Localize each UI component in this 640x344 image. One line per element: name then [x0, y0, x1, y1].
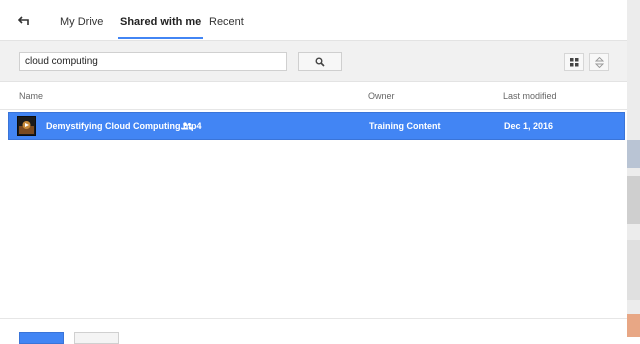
file-list-header: Name Owner Last modified [0, 82, 627, 110]
tab-shared-with-me[interactable]: Shared with me [118, 0, 204, 40]
column-header-last-modified[interactable]: Last modified [503, 82, 557, 110]
tab-recent[interactable]: Recent [207, 0, 246, 40]
search-icon [315, 57, 325, 67]
file-picker-dialog: My Drive Shared with me Recent cloud com… [0, 0, 627, 344]
back-button[interactable] [14, 11, 34, 31]
back-arrow-icon [18, 16, 29, 25]
search-button[interactable] [298, 52, 342, 71]
file-row[interactable]: Demystifying Cloud Computing.mp4 Trainin… [8, 112, 625, 140]
file-last-modified: Dec 1, 2016 [504, 121, 554, 131]
file-owner: Training Content [369, 121, 441, 131]
cancel-button[interactable] [74, 332, 119, 344]
column-header-name[interactable]: Name [19, 82, 43, 110]
shared-people-icon [181, 122, 193, 130]
tab-my-drive[interactable]: My Drive [58, 0, 105, 40]
background-page-fragment [627, 314, 640, 337]
picker-tabs: My Drive Shared with me Recent [0, 0, 627, 40]
background-page-fragment [627, 140, 640, 168]
select-button[interactable] [19, 332, 64, 344]
grid-view-icon [569, 57, 578, 66]
column-header-owner[interactable]: Owner [368, 82, 395, 110]
file-name: Demystifying Cloud Computing.mp4 [46, 121, 202, 131]
picker-footer [0, 318, 627, 344]
video-thumbnail-icon [17, 116, 36, 136]
sort-button[interactable] [589, 53, 609, 71]
background-page-fragment [627, 240, 640, 300]
background-page-fragment [627, 176, 640, 224]
search-input[interactable] [19, 52, 287, 71]
search-toolbar [0, 40, 627, 82]
grid-view-button[interactable] [564, 53, 584, 71]
sort-icon [594, 56, 604, 68]
